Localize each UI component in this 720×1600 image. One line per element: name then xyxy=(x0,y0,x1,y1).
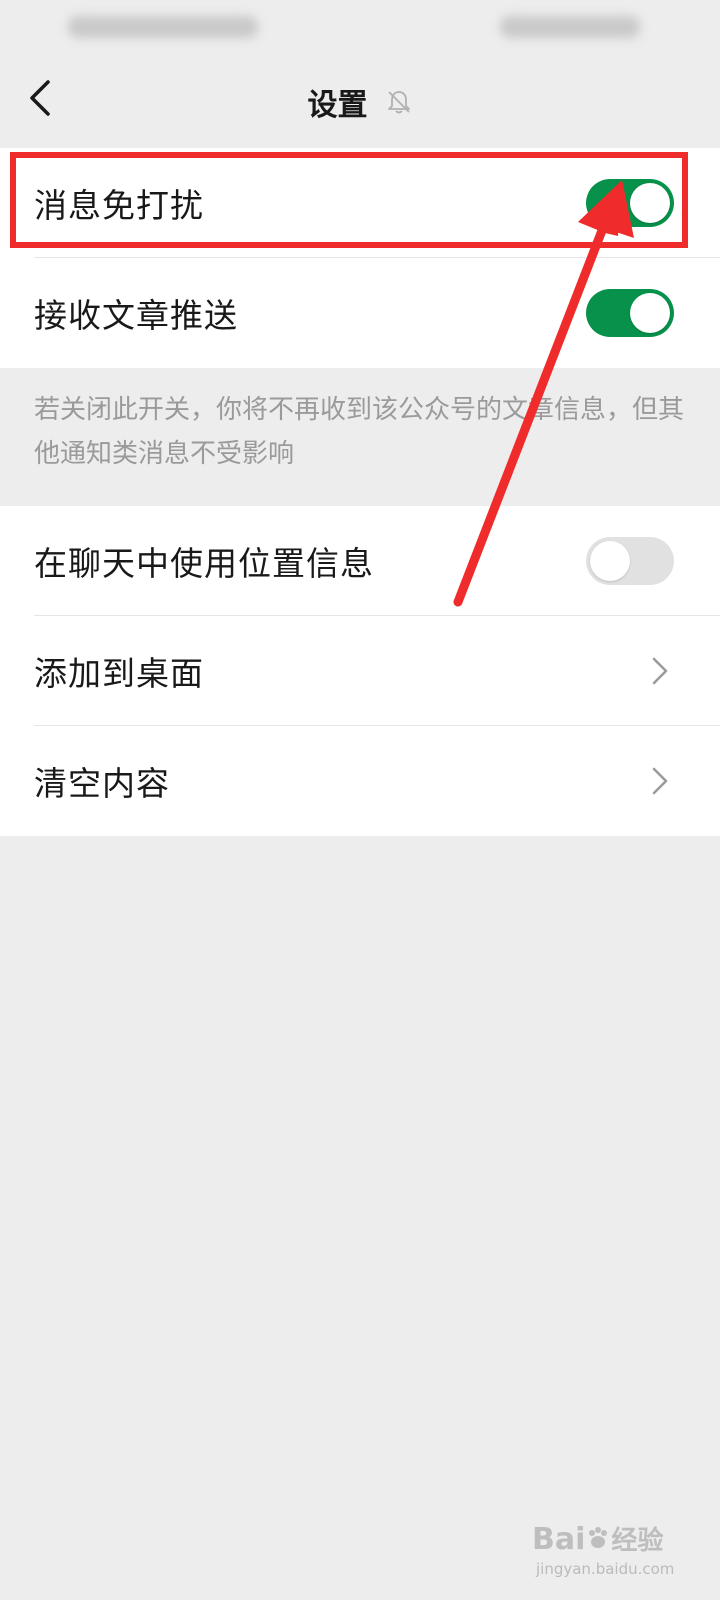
nav-bar: 设置 xyxy=(0,60,720,146)
baidu-paw-icon xyxy=(589,1527,608,1548)
status-bar xyxy=(0,0,720,60)
add-to-desktop-label: 添加到桌面 xyxy=(34,654,204,693)
use-location-label: 在聊天中使用位置信息 xyxy=(34,544,374,583)
toggle-knob xyxy=(630,293,670,333)
bell-muted-icon xyxy=(387,91,410,114)
status-carrier-info xyxy=(68,16,258,38)
row-receive-articles: 接收文章推送 xyxy=(0,258,720,368)
settings-group-other: 在聊天中使用位置信息 添加到桌面 清空内容 xyxy=(0,506,720,836)
chevron-right-icon xyxy=(652,767,668,795)
receive-articles-label: 接收文章推送 xyxy=(34,296,238,335)
toggle-knob xyxy=(590,541,630,581)
receive-articles-description: 若关闭此开关，你将不再收到该公众号的文章信息，但其他通知类消息不受影响 xyxy=(34,395,685,469)
watermark-url: jingyan.baidu.com xyxy=(536,1560,675,1578)
clear-content-label: 清空内容 xyxy=(34,764,170,803)
row-add-to-desktop[interactable]: 添加到桌面 xyxy=(0,616,720,726)
watermark-brand: Bai 经验 xyxy=(532,1522,664,1557)
annotation-highlight-box xyxy=(10,152,688,248)
row-clear-content[interactable]: 清空内容 xyxy=(0,726,720,836)
page-title: 设置 xyxy=(307,88,368,123)
baidu-jingyan-watermark: Bai 经验 jingyan.baidu.com xyxy=(522,1516,692,1588)
row-use-location: 在聊天中使用位置信息 xyxy=(0,506,720,616)
receive-articles-toggle[interactable] xyxy=(586,289,674,337)
use-location-toggle[interactable] xyxy=(586,537,674,585)
chevron-right-icon xyxy=(652,657,668,685)
status-battery-time xyxy=(500,16,640,38)
